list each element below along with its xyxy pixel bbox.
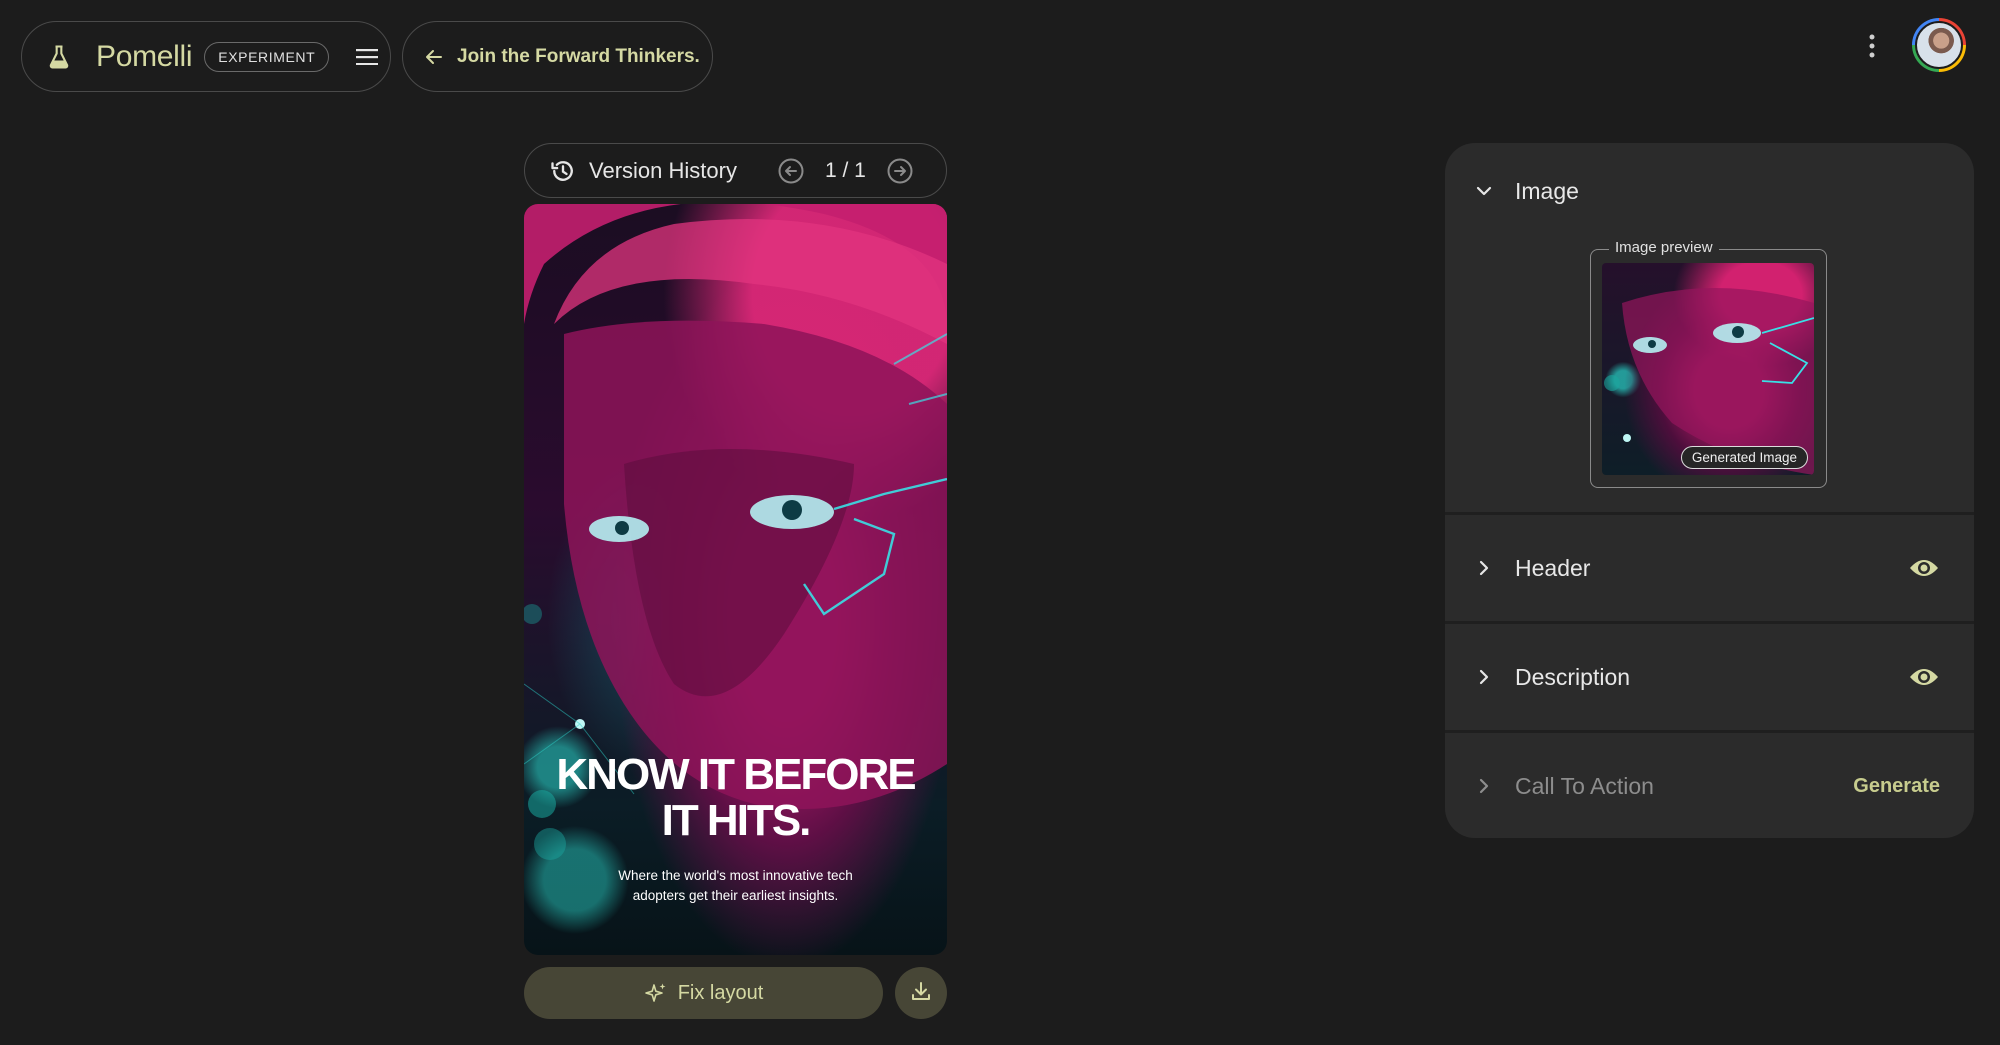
sparkle-icon [644,981,668,1005]
brand-pill: Pomelli EXPERIMENT [21,21,391,92]
poster-headline-line2: IT HITS. [661,796,812,845]
eye-icon[interactable] [1908,552,1940,584]
chevron-right-icon[interactable] [1471,773,1497,799]
version-count: 1 / 1 [824,158,866,182]
image-preview-legend: Image preview [1609,239,1719,256]
avatar-image [1915,21,1963,69]
image-section-title: Image [1515,177,1579,204]
app-name: Pomelli [96,39,193,73]
back-label: Join the Forward Thinkers. [457,45,700,67]
header-section[interactable]: Header [1445,515,1974,621]
menu-icon[interactable] [355,45,379,69]
back-button[interactable]: Join the Forward Thinkers. [402,21,713,92]
eye-icon[interactable] [1908,661,1940,693]
image-preview-frame: Image preview Generated Image [1590,239,1827,488]
version-history-label[interactable]: Version History [589,158,737,184]
experiment-badge: EXPERIMENT [204,41,330,72]
image-preview-thumbnail[interactable]: Generated Image [1602,263,1814,475]
fix-layout-button[interactable]: Fix layout [524,967,883,1019]
avatar[interactable] [1912,18,1966,72]
image-section-header[interactable]: Image [1445,171,1974,211]
description-section-title: Description [1515,663,1631,690]
chevron-right-icon[interactable] [1471,555,1497,581]
arrow-circle-right-icon[interactable] [886,157,914,185]
properties-panel: Image Image preview Generated Image Head… [1445,143,1974,838]
download-button[interactable] [895,967,947,1019]
fix-layout-label: Fix layout [677,981,764,1004]
poster-preview[interactable]: KNOW IT BEFORE IT HITS. Where the world'… [524,204,947,955]
version-history-bar: Version History 1 / 1 [524,143,947,198]
flask-icon [44,42,74,72]
chevron-down-icon[interactable] [1471,178,1497,204]
poster-headline-line1: KNOW IT BEFORE [556,750,916,799]
cta-section-title: Call To Action [1515,772,1654,799]
poster-subtext-line2: adopters get their earliest insights. [632,888,839,903]
download-icon [909,979,933,1008]
arrow-circle-left-icon[interactable] [777,157,805,185]
poster-headline: KNOW IT BEFORE IT HITS. [524,752,947,844]
header-section-title: Header [1515,554,1591,581]
arrow-left-icon [423,46,445,68]
generate-button[interactable]: Generate [1853,775,1940,798]
more-vert-icon[interactable] [1860,32,1884,60]
chevron-right-icon[interactable] [1471,664,1497,690]
generated-image-tag: Generated Image [1680,446,1808,469]
history-icon[interactable] [549,157,577,185]
description-section[interactable]: Description [1445,624,1974,730]
cta-section[interactable]: Call To Action Generate [1445,733,1974,838]
poster-subtext: Where the world's most innovative tech a… [594,866,877,906]
thumbnail-artwork [1604,288,1814,475]
poster-subtext-line1: Where the world's most innovative tech [618,868,853,883]
